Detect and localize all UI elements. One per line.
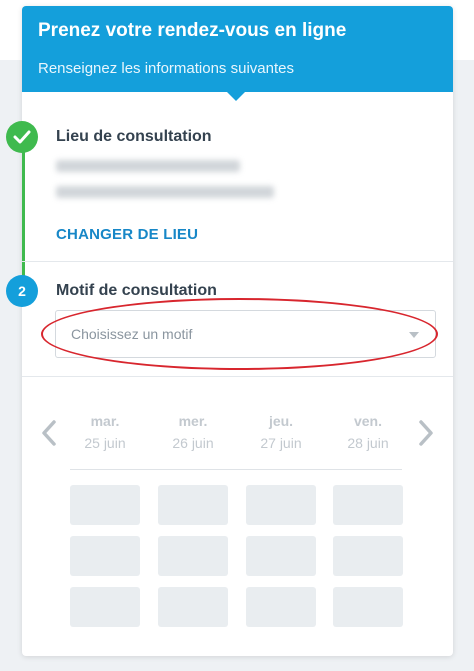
calendar-day: mer. 26 juin	[158, 413, 228, 451]
day-name: mer.	[178, 413, 208, 429]
time-slot-placeholder	[70, 536, 140, 576]
day-name: mar.	[90, 413, 120, 429]
booking-header: Prenez votre rendez-vous en ligne Rensei…	[22, 6, 453, 92]
time-slot-placeholder	[70, 485, 140, 525]
next-week-button[interactable]	[413, 418, 437, 448]
time-slot-placeholder	[158, 485, 228, 525]
step-1-complete-badge	[6, 121, 38, 153]
calendar-day: ven. 28 juin	[333, 413, 403, 451]
day-date: 26 juin	[172, 435, 214, 451]
time-slot-placeholder	[246, 536, 316, 576]
check-icon	[13, 130, 31, 144]
step-2-title: Motif de consultation	[56, 282, 217, 299]
section-divider	[22, 261, 453, 262]
location-address-blurred	[56, 186, 274, 198]
header-pointer	[227, 92, 245, 101]
annotation-ellipse	[41, 298, 438, 370]
time-slot-placeholder	[246, 485, 316, 525]
header-subtitle: Renseignez les informations suivantes	[38, 60, 294, 77]
location-name-blurred	[56, 160, 240, 172]
time-slot-placeholder	[333, 485, 403, 525]
day-date: 25 juin	[84, 435, 126, 451]
time-slot-placeholder	[333, 536, 403, 576]
header-title: Prenez votre rendez-vous en ligne	[38, 20, 347, 41]
day-date: 27 juin	[260, 435, 302, 451]
change-location-link[interactable]: CHANGER DE LIEU	[56, 226, 198, 243]
previous-week-button[interactable]	[38, 418, 62, 448]
chevron-left-icon	[42, 420, 56, 446]
time-slot-placeholder	[333, 587, 403, 627]
day-date: 28 juin	[347, 435, 389, 451]
calendar-day: jeu. 27 juin	[246, 413, 316, 451]
time-slot-placeholder	[158, 587, 228, 627]
time-slot-placeholder	[158, 536, 228, 576]
calendar-divider	[70, 469, 402, 470]
day-name: ven.	[353, 413, 382, 429]
time-slot-placeholder	[70, 587, 140, 627]
step-progress-line	[22, 136, 25, 276]
day-name: jeu.	[268, 413, 294, 429]
step-2-badge: 2	[6, 275, 38, 307]
calendar-day: mar. 25 juin	[70, 413, 140, 451]
time-slot-placeholder	[246, 587, 316, 627]
step-1-title: Lieu de consultation	[56, 128, 212, 145]
section-divider	[22, 376, 453, 377]
chevron-right-icon	[419, 420, 433, 446]
